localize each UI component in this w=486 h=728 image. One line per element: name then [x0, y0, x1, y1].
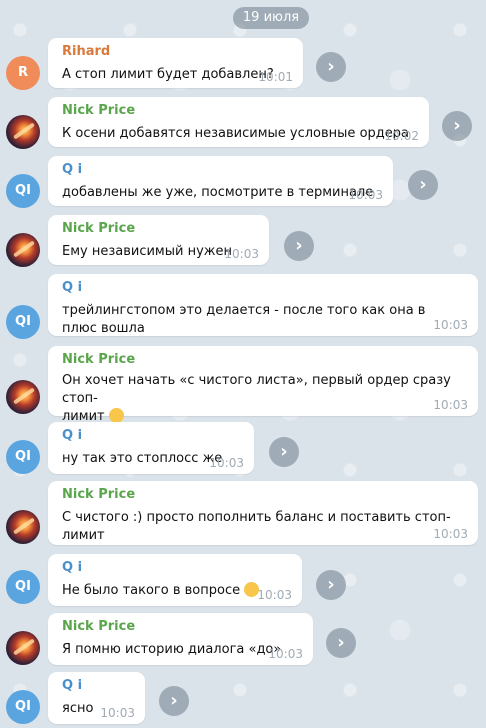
share-button[interactable]: › — [326, 628, 356, 658]
share-button[interactable]: › — [159, 686, 189, 716]
message-text: Он хочет начать «с чистого листа», первы… — [62, 373, 451, 424]
chevron-right-icon: › — [170, 690, 178, 711]
message-bubble: Q i ясно 10:03 — [48, 672, 145, 724]
share-button[interactable]: › — [284, 231, 314, 261]
message-text: С чистого :) просто пополнить баланс и п… — [62, 510, 451, 543]
sender-name[interactable]: Q i — [62, 428, 240, 444]
message-time: 10:03 — [433, 527, 468, 541]
date-separator: 19 июля — [233, 7, 309, 29]
message-time: 10:03 — [257, 588, 292, 602]
sender-name[interactable]: Q i — [62, 162, 379, 178]
message-text: Не было такого в вопросе — [62, 582, 288, 600]
message-time: 10:03 — [209, 456, 244, 470]
sender-name[interactable]: Nick Price — [62, 487, 464, 503]
message-time: 10:03 — [348, 188, 383, 202]
sender-name[interactable]: Nick Price — [62, 103, 415, 119]
sender-name[interactable]: Nick Price — [62, 221, 255, 237]
chevron-right-icon: › — [337, 632, 345, 653]
message-bubble: Q i трейлингстопом это делается - после … — [48, 274, 478, 336]
chevron-right-icon: › — [327, 574, 335, 595]
smirk-emoji-icon — [108, 408, 124, 423]
avatar[interactable] — [6, 631, 40, 665]
message-time: 10:01 — [258, 70, 293, 84]
message-text: А стоп лимит будет добавлен? — [62, 67, 274, 82]
sender-name[interactable]: Nick Price — [62, 619, 299, 635]
message-bubble: Nick Price С чистого :) просто пополнить… — [48, 481, 478, 545]
message-time: 10:03 — [433, 318, 468, 332]
message-bubble: Q i ну так это стоплосс же 10:03 — [48, 422, 254, 474]
chevron-right-icon: › — [453, 115, 461, 136]
message-time: 10:03 — [268, 647, 303, 661]
avatar[interactable] — [6, 233, 40, 267]
chevron-right-icon: › — [295, 235, 303, 256]
message-time: 10:02 — [384, 129, 419, 143]
share-button[interactable]: › — [316, 52, 346, 82]
message-bubble: Nick Price Ему независимый нужен 10:03 — [48, 215, 269, 265]
avatar[interactable]: R — [6, 56, 40, 90]
sender-name[interactable]: Q i — [62, 678, 131, 694]
sender-name[interactable]: Rihard — [62, 44, 289, 60]
avatar[interactable]: QI — [6, 570, 40, 604]
sender-name[interactable]: Q i — [62, 280, 464, 296]
chevron-right-icon: › — [419, 174, 427, 195]
message-text: трейлингстопом это делается - после того… — [62, 303, 426, 336]
message-time: 10:03 — [100, 706, 135, 720]
message-bubble: Nick Price К осени добавятся независимые… — [48, 97, 429, 147]
avatar[interactable]: QI — [6, 305, 40, 339]
share-button[interactable]: › — [408, 170, 438, 200]
avatar[interactable] — [6, 115, 40, 149]
avatar[interactable]: QI — [6, 690, 40, 724]
share-button[interactable]: › — [269, 437, 299, 467]
share-button[interactable]: › — [316, 570, 346, 600]
message-bubble: Q i Не было такого в вопросе 10:03 — [48, 554, 302, 606]
avatar[interactable]: QI — [6, 174, 40, 208]
message-bubble: Q i добавлены же уже, посмотрите в терми… — [48, 156, 393, 206]
share-button[interactable]: › — [442, 111, 472, 141]
chevron-right-icon: › — [327, 56, 335, 77]
message-time: 10:03 — [224, 247, 259, 261]
message-bubble: Rihard А стоп лимит будет добавлен? 10:0… — [48, 38, 303, 88]
message-text: Я помню историю диалога «до» — [62, 642, 282, 657]
message-time: 10:03 — [433, 398, 468, 412]
message-bubble: Nick Price Я помню историю диалога «до» … — [48, 613, 313, 665]
sender-name[interactable]: Q i — [62, 560, 288, 576]
message-text: К осени добавятся независимые условные о… — [62, 126, 409, 141]
message-text: добавлены же уже, посмотрите в терминале — [62, 185, 374, 200]
sender-name[interactable]: Nick Price — [62, 352, 464, 368]
avatar[interactable] — [6, 380, 40, 414]
chevron-right-icon: › — [280, 441, 288, 462]
avatar[interactable] — [6, 510, 40, 544]
avatar[interactable]: QI — [6, 440, 40, 474]
message-bubble: Nick Price Он хочет начать «с чистого ли… — [48, 346, 478, 424]
